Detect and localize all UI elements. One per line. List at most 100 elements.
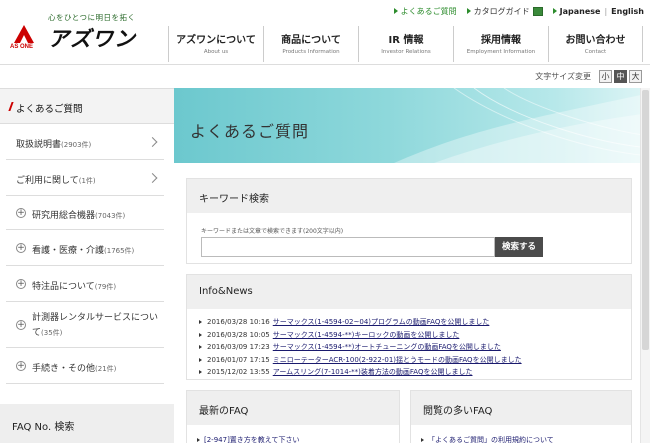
list-item: 2016/03/28 10:05 サーマックス(1-4594-**)キーロックの動… xyxy=(199,329,522,342)
sidebar-item-rental-service[interactable]: + 計測器レンタルサービスについて(35件) xyxy=(6,302,164,348)
plus-circle-icon: + xyxy=(16,360,26,371)
faq-number-search-panel: FAQ No. 検索 xyxy=(0,404,174,443)
news-link[interactable]: アームスリング(7-1014-**)装着方法の動画FAQを公開しました xyxy=(273,367,473,377)
sidebar-item-nursing-medical[interactable]: + 看護・医療・介護(1765件) xyxy=(6,230,164,266)
info-news-title: Info&News xyxy=(199,286,253,297)
gnav-about[interactable]: アズワンについて About us xyxy=(168,26,263,62)
news-date: 2016/03/28 10:16 xyxy=(207,318,270,327)
plus-circle-icon: + xyxy=(16,207,26,218)
header-divider xyxy=(0,64,650,65)
sidebar: よくあるご質問 取扱説明書(2903件) ご利用に関して(1件) + 研究用総合… xyxy=(0,88,174,443)
news-link[interactable]: サーマックス(1-4594-02~04)プログラムの動画FAQを公開しました xyxy=(273,317,490,327)
news-date: 2016/01/07 17:15 xyxy=(207,355,270,364)
arrow-right-icon xyxy=(466,8,471,14)
list-item: 2015/12/02 13:55 アームスリング(7-1014-**)装着方法の動… xyxy=(199,366,522,379)
popular-faq-card: 閲覧の多いFAQ 「よくあるご質問」の利用規約について xyxy=(410,390,632,443)
popular-faq-title: 閲覧の多いFAQ xyxy=(423,406,493,417)
news-date: 2016/03/28 10:05 xyxy=(207,330,270,339)
chevron-right-icon xyxy=(147,172,158,183)
site-logo[interactable]: 心をひとつに明日を拓く AS ONE アズワン xyxy=(8,10,158,52)
sidebar-item-usage[interactable]: ご利用に関して(1件) xyxy=(6,160,164,196)
font-size-small-button[interactable]: 小 xyxy=(599,69,612,83)
latest-faq-list: [2-947]置き方を教えて下さい xyxy=(197,435,299,443)
keyword-search-title: キーワード検索 xyxy=(199,194,269,205)
sidebar-item-research-equipment[interactable]: + 研究用総合機器(7043件) xyxy=(6,196,164,230)
logo-as-one-text: AS ONE xyxy=(10,44,34,50)
as-one-mark-icon xyxy=(14,25,34,43)
plus-circle-icon: + xyxy=(16,278,26,289)
list-item: 2016/03/28 10:16 サーマックス(1-4594-02~04)プログラ… xyxy=(199,316,522,329)
faq-link[interactable]: 「よくあるご質問」の利用規約について xyxy=(428,435,554,443)
gnav-recruit[interactable]: 採用情報 Employment Information xyxy=(453,26,548,62)
item-count: (35件) xyxy=(41,329,63,337)
triangle-right-icon xyxy=(199,332,202,337)
util-link-faq[interactable]: よくあるご質問 xyxy=(393,6,457,17)
item-count: (1765件) xyxy=(104,247,135,255)
lang-english-link[interactable]: English xyxy=(611,7,644,16)
keyword-search-input[interactable] xyxy=(201,237,495,257)
gnav-products[interactable]: 商品について Products Information xyxy=(263,26,358,62)
triangle-right-icon xyxy=(199,345,202,350)
news-link[interactable]: サーマックス(1-4594-**)キーロックの動画を公開しました xyxy=(273,330,460,340)
util-link-catalog[interactable]: カタログガイド xyxy=(466,6,543,17)
triangle-right-icon xyxy=(421,438,424,442)
faq-link[interactable]: [2-947]置き方を教えて下さい xyxy=(204,435,299,443)
plus-circle-icon: + xyxy=(16,319,26,330)
utility-nav: よくあるご質問 カタログガイド Japanese | English xyxy=(384,4,644,18)
font-size-medium-button[interactable]: 中 xyxy=(614,69,627,83)
sidebar-title[interactable]: よくあるご質問 xyxy=(0,88,174,124)
latest-faq-card: 最新のFAQ [2-947]置き方を教えて下さい xyxy=(186,390,400,443)
info-news-card: Info&News 2016/03/28 10:16 サーマックス(1-4594-… xyxy=(186,274,632,380)
logo-tagline: 心をひとつに明日を拓く xyxy=(48,13,136,22)
gnav-contact[interactable]: お問い合わせ Contact xyxy=(548,26,643,62)
triangle-right-icon xyxy=(199,370,202,375)
catalog-book-icon xyxy=(532,6,543,16)
scrollbar-thumb[interactable] xyxy=(642,90,649,350)
global-nav: アズワンについて About us 商品について Products Inform… xyxy=(168,26,643,62)
keyword-search-button[interactable]: 検索する xyxy=(495,237,543,257)
list-item: 2016/01/07 17:15 ミニローテーターACR-100(2-922-01… xyxy=(199,354,522,367)
triangle-right-icon xyxy=(199,357,202,362)
site-header: 心をひとつに明日を拓く AS ONE アズワン よくあるご質問 カタログガイド … xyxy=(0,0,650,64)
list-item: [2-947]置き方を教えて下さい xyxy=(197,435,299,443)
font-size-large-button[interactable]: 大 xyxy=(629,69,642,83)
lang-japanese-link[interactable]: Japanese xyxy=(560,7,601,16)
triangle-right-icon xyxy=(197,438,200,442)
page-banner: よくあるご質問 xyxy=(174,88,650,163)
lang-separator: | xyxy=(604,6,608,16)
item-count: (2903件) xyxy=(61,141,92,149)
plus-circle-icon: + xyxy=(16,242,26,253)
item-count: (1件) xyxy=(78,177,96,185)
chevron-right-icon xyxy=(147,136,158,147)
vertical-scrollbar[interactable] xyxy=(640,88,650,443)
logo-brand-name: アズワン xyxy=(48,27,136,51)
sidebar-item-procedures-other[interactable]: + 手続き・その他(21件) xyxy=(6,348,164,384)
news-date: 2016/03/09 17:23 xyxy=(207,343,270,352)
popular-faq-list: 「よくあるご質問」の利用規約について xyxy=(421,435,554,443)
sidebar-marker-icon xyxy=(8,102,14,111)
item-count: (21件) xyxy=(95,365,117,373)
gnav-ir[interactable]: IR 情報 Investor Relations xyxy=(358,26,453,62)
arrow-right-icon xyxy=(393,8,398,14)
sidebar-item-custom-products[interactable]: + 特注品について(79件) xyxy=(6,266,164,302)
keyword-search-card: キーワード検索 キーワードまたは文章で検索できます(200文字以内) 検索する xyxy=(186,178,632,264)
news-link[interactable]: ミニローテーターACR-100(2-922-01)揺とうモードの動画FAQを公開… xyxy=(273,355,522,365)
font-size-label: 文字サイズ変更 xyxy=(535,71,591,81)
item-count: (7043件) xyxy=(95,212,126,220)
list-item: 2016/03/09 17:23 サーマックス(1-4594-**)オートチューニ… xyxy=(199,341,522,354)
latest-faq-title: 最新のFAQ xyxy=(199,406,249,417)
item-count: (79件) xyxy=(94,283,117,291)
news-link[interactable]: サーマックス(1-4594-**)オートチューニングの動画FAQを公開しました xyxy=(273,342,501,352)
page-title: よくあるご質問 xyxy=(190,122,310,141)
util-lang-switch: Japanese | English xyxy=(552,6,644,16)
font-size-switcher: 文字サイズ変更 小 中 大 xyxy=(535,69,642,83)
news-date: 2015/12/02 13:55 xyxy=(207,368,270,377)
keyword-search-note: キーワードまたは文章で検索できます(200文字以内) xyxy=(201,228,344,235)
main-content: よくあるご質問 キーワード検索 キーワードまたは文章で検索できます(200文字以… xyxy=(174,88,650,443)
triangle-right-icon xyxy=(199,320,202,325)
arrow-right-icon xyxy=(552,8,557,14)
faq-number-search-title: FAQ No. 検索 xyxy=(12,422,75,433)
news-list: 2016/03/28 10:16 サーマックス(1-4594-02~04)プログラ… xyxy=(199,316,522,379)
sidebar-item-manuals[interactable]: 取扱説明書(2903件) xyxy=(6,124,164,160)
list-item: 「よくあるご質問」の利用規約について xyxy=(421,435,554,443)
